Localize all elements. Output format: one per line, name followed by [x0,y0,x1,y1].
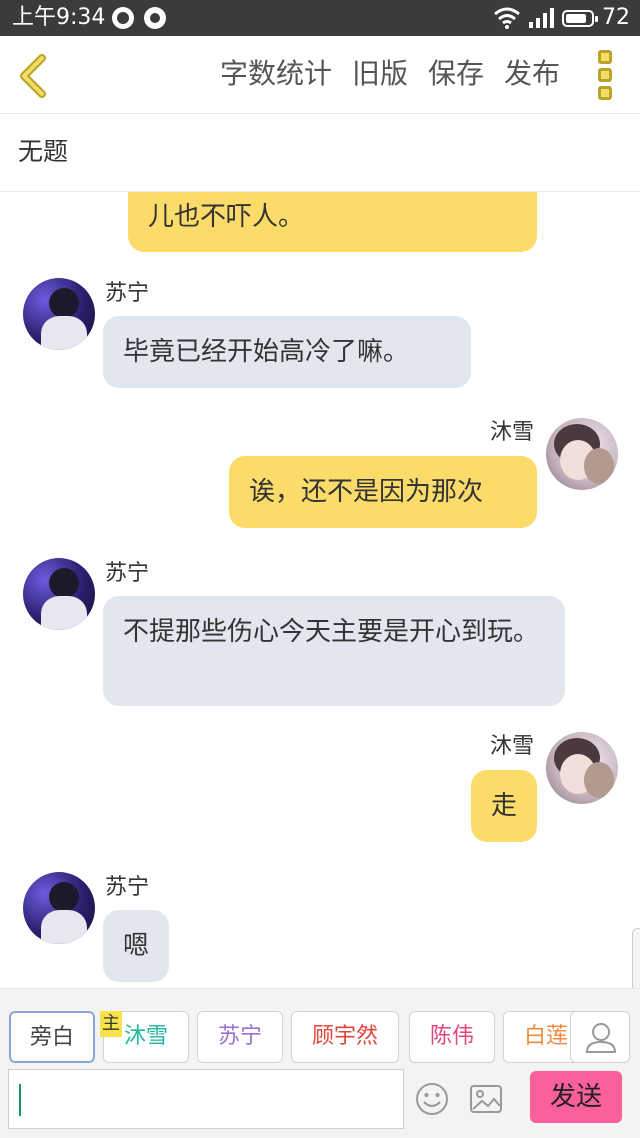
role-label: 顾宇然 [311,1024,378,1049]
message-text: 儿也不吓人。 [148,202,305,232]
role-chip-suning[interactable]: 苏宁 [197,1011,283,1063]
message-text: 嗯 [123,931,150,961]
message-text: 走 [491,791,518,821]
message-bubble[interactable]: 嗯 [103,910,169,982]
app-status-icon [144,7,166,29]
status-time: 上午9:34 [12,5,106,30]
publish-button[interactable]: 发布 [504,52,560,96]
sender-name: 苏宁 [105,561,150,586]
story-title[interactable]: 无题 [0,114,640,192]
battery-icon [562,9,598,27]
message-text: 诶，还不是因为那次 [249,477,484,507]
status-bar: 上午9:34 72 [0,0,640,36]
role-label: 白莲 [523,1024,568,1049]
message-bubble[interactable]: 走 [471,770,537,842]
image-icon[interactable] [468,1081,504,1117]
message-bubble[interactable]: 毕竟已经开始高冷了嘛。 [103,316,471,388]
story-title-text: 无题 [18,137,69,166]
avatar[interactable] [546,418,618,490]
avatar[interactable] [23,872,95,944]
role-label: 陈伟 [429,1024,474,1049]
role-chip-narrator[interactable]: 旁白 [9,1011,95,1063]
message-bubble[interactable]: 诶，还不是因为那次 [229,456,537,528]
message-bubble[interactable]: 儿也不吓人。 [128,192,537,252]
message-text: 不提那些伤心今天主要是开心到玩。 [123,617,540,647]
main-role-badge: 主 [100,1011,122,1037]
add-role-button[interactable] [570,1011,630,1063]
old-version-button[interactable]: 旧版 [352,52,408,96]
composer-panel: 旁白 主 沐雪 苏宁 顾宇然 陈伟 白莲 发送 [0,988,640,1138]
save-button[interactable]: 保存 [428,52,484,96]
avatar[interactable] [23,558,95,630]
back-arrow-icon[interactable] [14,54,54,98]
battery-level: 72 [602,5,630,30]
scroll-handle[interactable] [632,928,640,988]
role-chip-guyuran[interactable]: 顾宇然 [291,1011,399,1063]
avatar[interactable] [546,732,618,804]
role-label: 旁白 [29,1025,74,1050]
role-label: 苏宁 [217,1024,262,1049]
sender-name: 沐雪 [489,420,534,445]
message-text: 毕竟已经开始高冷了嘛。 [123,337,410,367]
avatar[interactable] [23,278,95,350]
message-input[interactable] [8,1069,404,1129]
word-count-button[interactable]: 字数统计 [220,52,332,96]
send-button[interactable]: 发送 [530,1071,622,1123]
sender-name: 沐雪 [489,734,534,759]
more-menu-icon[interactable] [598,50,614,100]
emoji-icon[interactable] [414,1081,450,1117]
sender-name: 苏宁 [105,281,150,306]
role-chip-chenwei[interactable]: 陈伟 [409,1011,495,1063]
user-icon [585,1023,617,1053]
role-label: 沐雪 [123,1024,168,1049]
sender-name: 苏宁 [105,875,150,900]
chat-area[interactable]: 儿也不吓人。 苏宁 毕竟已经开始高冷了嘛。 沐雪 诶，还不是因为那次 苏宁 不提… [0,192,640,988]
role-selector: 旁白 主 沐雪 苏宁 顾宇然 陈伟 白莲 [0,1011,640,1065]
wifi-icon [494,7,520,29]
top-toolbar: 字数统计 旧版 保存 发布 [0,36,640,114]
message-bubble[interactable]: 不提那些伤心今天主要是开心到玩。 [103,596,565,706]
signal-icon [529,8,554,28]
vpn-status-icon [112,7,134,29]
text-caret [19,1084,21,1116]
